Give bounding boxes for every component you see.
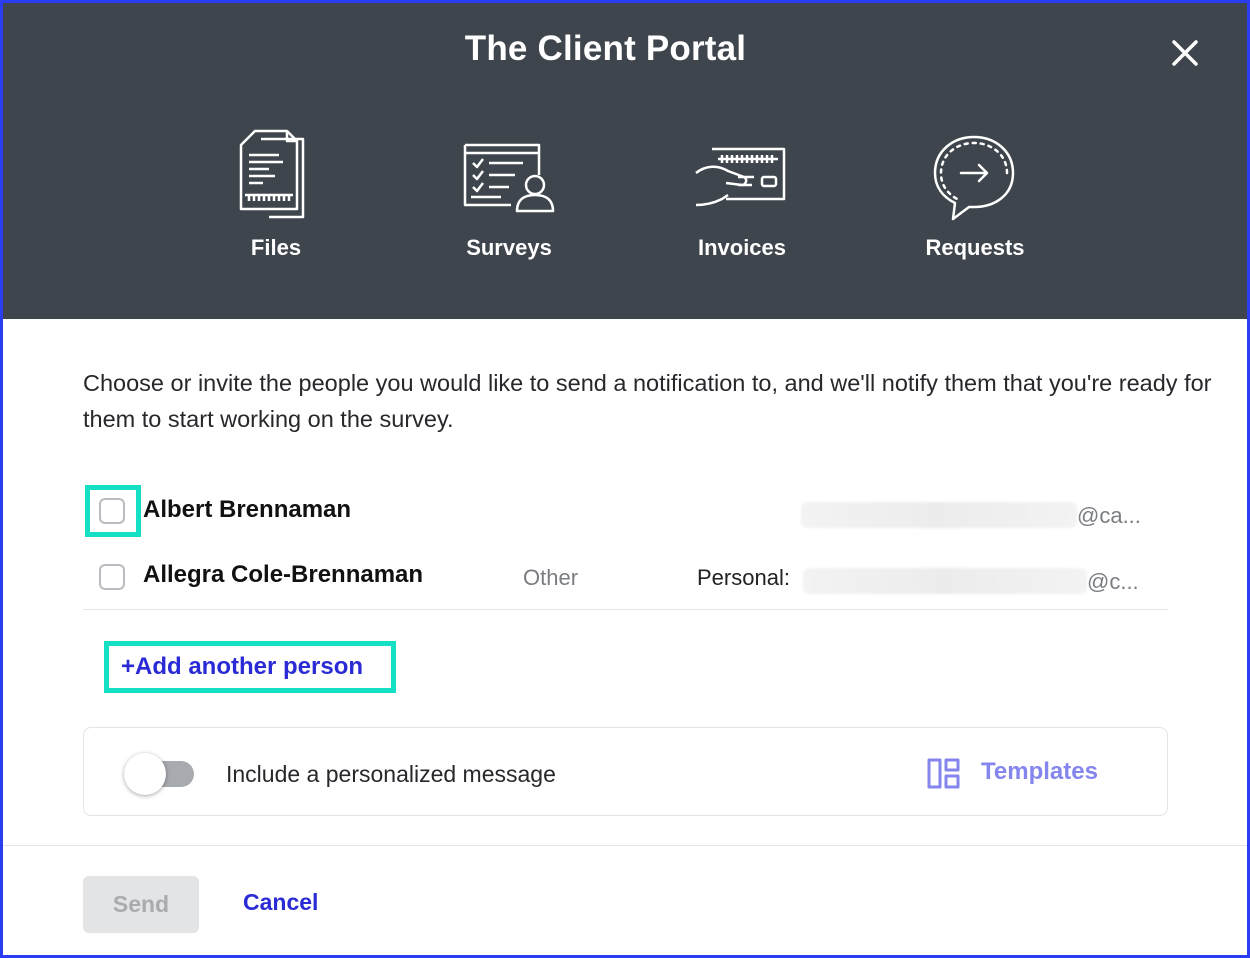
- person-checkbox[interactable]: [99, 498, 125, 524]
- add-person-link[interactable]: +Add another person: [121, 653, 363, 681]
- send-button[interactable]: Send: [83, 876, 199, 933]
- instructions-text: Choose or invite the people you would li…: [83, 370, 1212, 432]
- person-row: Albert Brennaman @ca...: [83, 485, 1173, 537]
- templates-icon: [927, 758, 960, 789]
- message-toggle-label: Include a personalized message: [226, 761, 556, 787]
- person-name: Albert Brennaman: [143, 496, 352, 523]
- invoices-icon: [695, 147, 786, 207]
- person-email: @ca...: [1077, 503, 1141, 528]
- redacted-email: [803, 568, 1087, 594]
- cancel-button[interactable]: Cancel: [243, 889, 318, 916]
- personalized-message-card: Include a personalized message Templates: [83, 727, 1168, 816]
- people-divider: [83, 609, 1168, 610]
- close-button[interactable]: [1165, 33, 1205, 73]
- feature-invoices: Invoices: [652, 125, 832, 275]
- redacted-email: [801, 502, 1077, 528]
- close-icon: [1172, 40, 1198, 66]
- dialog-header: The Client Portal Files Surveys Invoices…: [3, 3, 1247, 319]
- message-toggle[interactable]: [124, 753, 194, 795]
- toggle-knob: [124, 753, 166, 795]
- person-row: Allegra Cole-Brennaman Other Personal: @…: [83, 555, 1173, 599]
- templates-label: Templates: [981, 758, 1098, 785]
- feature-invoices-label: Invoices: [697, 235, 787, 260]
- feature-requests: Requests: [885, 125, 1065, 275]
- requests-icon: [933, 135, 1015, 221]
- feature-files-label: Files: [250, 235, 302, 260]
- person-email: @c...: [1087, 569, 1139, 594]
- feature-requests-label: Requests: [925, 235, 1025, 260]
- email-type-label: Personal:: [697, 565, 790, 590]
- feature-surveys: Surveys: [419, 125, 599, 275]
- feature-surveys-label: Surveys: [466, 235, 552, 260]
- files-icon: [239, 129, 305, 219]
- surveys-icon: [463, 143, 555, 213]
- client-portal-dialog: The Client Portal Files Surveys Invoices…: [0, 0, 1250, 958]
- person-checkbox[interactable]: [99, 564, 125, 590]
- footer-divider: [3, 845, 1247, 846]
- person-role: Other: [523, 565, 579, 590]
- dialog-title: The Client Portal: [464, 29, 747, 68]
- feature-files: Files: [186, 125, 366, 275]
- person-name: Allegra Cole-Brennaman: [143, 561, 424, 588]
